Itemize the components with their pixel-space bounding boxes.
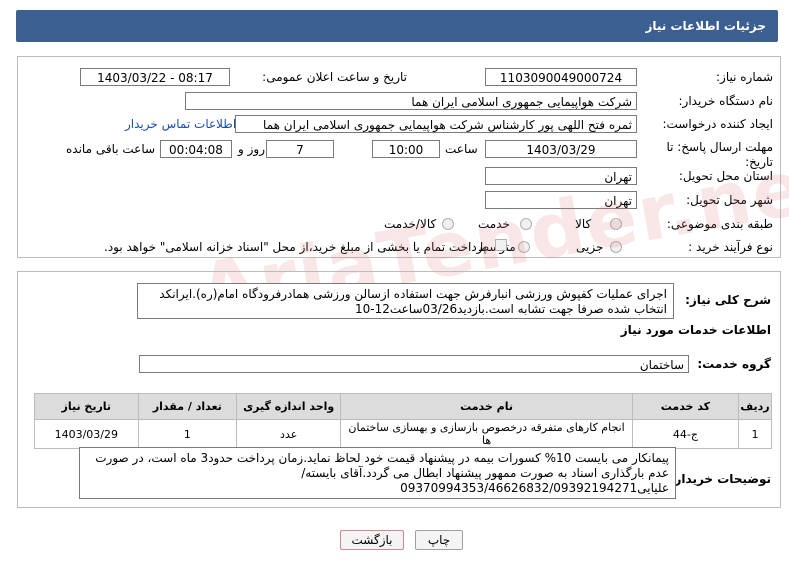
col-unit: واحد اندازه گیری xyxy=(236,393,342,420)
deadline-time-field: 10:00 xyxy=(372,140,440,158)
days-label: روز و xyxy=(238,142,265,156)
back-button[interactable]: بازگشت xyxy=(340,530,404,550)
need-number-label: شماره نیاز: xyxy=(716,70,773,84)
cell-row: 1 xyxy=(738,419,772,449)
requester-label: ایجاد کننده درخواست: xyxy=(662,117,773,131)
announce-datetime-label: تاریخ و ساعت اعلان عمومی: xyxy=(262,70,407,84)
service-group-field: ساختمان xyxy=(139,355,689,373)
remaining-time-label: ساعت باقی مانده xyxy=(66,142,156,156)
days-field: 7 xyxy=(266,140,334,158)
print-button[interactable]: چاپ xyxy=(415,530,463,550)
services-table-header: ردیف کد خدمت نام خدمت واحد اندازه گیری ت… xyxy=(34,393,772,420)
buyer-contact-link[interactable]: اطلاعات تماس خریدار xyxy=(125,117,236,131)
service-group-label: گروه خدمت: xyxy=(697,357,771,371)
buyer-notes-text: پیمانکار می بایست 10% کسورات بیمه در پیش… xyxy=(79,447,676,499)
table-row: 1 ج-44 انجام کارهای متفرقه درخصوص بازساز… xyxy=(34,419,772,449)
summary-text: اجرای عملیات کفپوش ورزشی انبارفرش جهت اس… xyxy=(137,283,674,319)
col-need-date: تاریخ نیاز xyxy=(34,393,139,420)
col-row: ردیف xyxy=(738,393,772,420)
col-service-name: نام خدمت xyxy=(340,393,633,420)
page-header: جزئیات اطلاعات نیاز xyxy=(16,10,778,42)
deadline-time-label: ساعت xyxy=(445,142,478,156)
col-service-code: کد خدمت xyxy=(631,393,740,420)
remaining-time-field: 00:04:08 xyxy=(160,140,232,158)
requester-field: ثمره فتح اللهی پور کارشناس شرکت هواپیمای… xyxy=(235,115,637,133)
buyer-org-label: نام دستگاه خریدار: xyxy=(678,94,774,108)
buyer-org-field: شرکت هواپیمایی جمهوری اسلامی ایران هما xyxy=(185,92,637,110)
announce-datetime-field: 1403/03/22 - 08:17 xyxy=(80,68,230,86)
cell-need-date: 1403/03/29 xyxy=(34,419,139,449)
services-section-title: اطلاعات خدمات مورد نیاز xyxy=(620,323,771,337)
summary-label: شرح کلی نیاز: xyxy=(685,293,771,307)
buyer-notes-label: توضیحات خریدار: xyxy=(669,472,771,486)
cell-quantity: 1 xyxy=(137,419,238,449)
need-number-field: 1103090049000724 xyxy=(485,68,637,86)
cell-service-name: انجام کارهای متفرقه درخصوص بازسازی و بهس… xyxy=(340,419,633,449)
cell-unit: عدد xyxy=(236,419,342,449)
deadline-date-field: 1403/03/29 xyxy=(485,140,637,158)
col-quantity: تعداد / مقدار xyxy=(137,393,238,420)
services-table: ردیف کد خدمت نام خدمت واحد اندازه گیری ت… xyxy=(34,393,772,449)
cell-service-code: ج-44 xyxy=(631,419,740,449)
